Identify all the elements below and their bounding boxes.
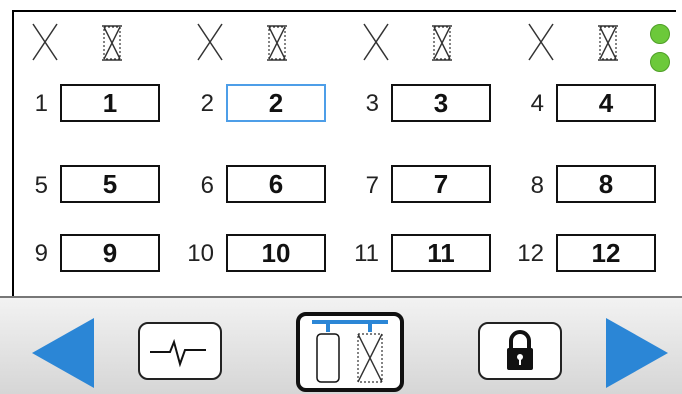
- left-arrow-icon[interactable]: [30, 316, 96, 390]
- channel-button-9[interactable]: 9: [60, 234, 160, 272]
- waveform-button[interactable]: [138, 322, 222, 380]
- cross-icon: [363, 23, 389, 61]
- channel-button-8[interactable]: 8: [556, 165, 656, 203]
- channel-number: 8: [530, 172, 544, 199]
- channel-number: 1: [34, 90, 48, 117]
- lock-button[interactable]: [478, 322, 562, 380]
- channel-number: 10: [187, 240, 214, 267]
- channel-number: 5: [34, 172, 48, 199]
- channel-button-5[interactable]: 5: [60, 165, 160, 203]
- channel-button-7[interactable]: 7: [391, 165, 491, 203]
- channel-button-1[interactable]: 1: [60, 84, 160, 122]
- channel-number: 12: [517, 240, 544, 267]
- channel-button-4[interactable]: 4: [556, 84, 656, 122]
- channel-button-10[interactable]: 10: [226, 234, 326, 272]
- dashed-cross-icon: [102, 25, 122, 61]
- status-indicator-bottom: [650, 52, 670, 72]
- channel-number: 3: [365, 90, 379, 117]
- right-arrow-icon[interactable]: [604, 316, 670, 390]
- channel-number: 2: [200, 90, 214, 117]
- channel-button-11[interactable]: 11: [391, 234, 491, 272]
- bus-config-icon: [312, 320, 388, 383]
- channel-button-2[interactable]: 2: [226, 84, 326, 122]
- dashed-cross-icon: [432, 25, 452, 61]
- channel-number: 4: [530, 90, 544, 117]
- bottom-toolbar: [0, 296, 682, 394]
- screen: 1 1 2 2 3 3 4 4 5 5 6 6 7 7 8 8 9 9 10 1…: [0, 0, 682, 394]
- channel-panel: 1 1 2 2 3 3 4 4 5 5 6 6 7 7 8 8 9 9 10 1…: [12, 10, 676, 298]
- channel-number: 11: [354, 240, 379, 267]
- channel-button-3[interactable]: 3: [391, 84, 491, 122]
- channel-number: 9: [34, 240, 48, 267]
- channel-number: 6: [200, 172, 214, 199]
- channel-button-6[interactable]: 6: [226, 165, 326, 203]
- cross-icon: [197, 23, 223, 61]
- dashed-cross-icon: [267, 25, 287, 61]
- dashed-cross-icon: [598, 25, 618, 61]
- bus-config-button[interactable]: [296, 312, 404, 392]
- lock-icon: [507, 330, 533, 370]
- cross-icon: [32, 23, 58, 61]
- cross-icon: [528, 23, 554, 61]
- waveform-icon: [150, 338, 206, 368]
- status-indicator-top: [650, 24, 670, 44]
- channel-button-12[interactable]: 12: [556, 234, 656, 272]
- channel-number: 7: [365, 172, 379, 199]
